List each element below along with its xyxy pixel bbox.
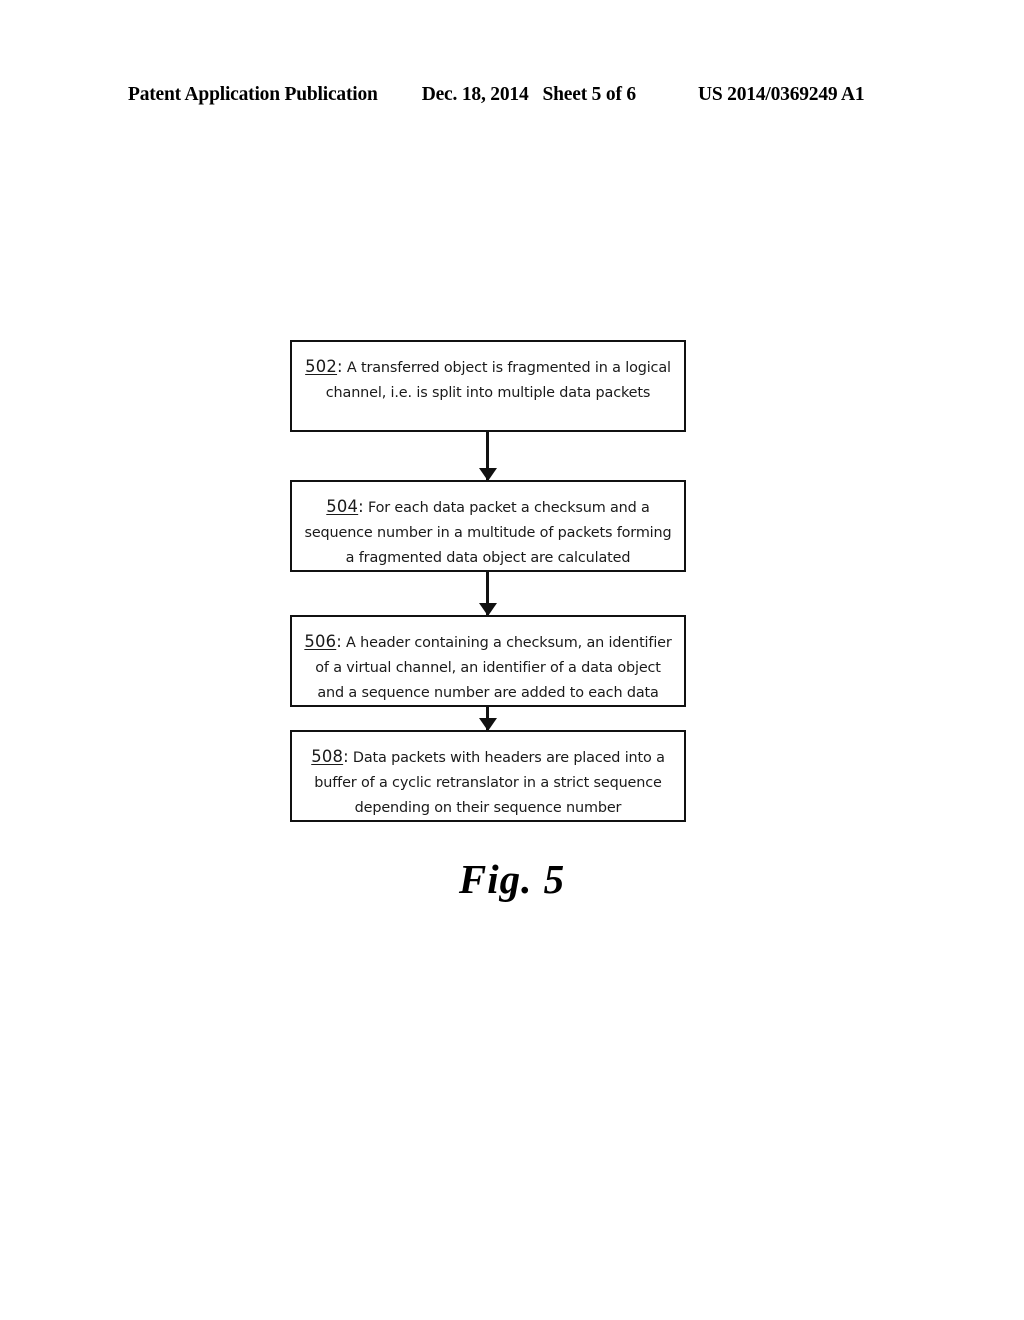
step-502-body: A transferred object is fragmented in a …	[325, 360, 671, 401]
publication-label: Patent Application Publication	[128, 84, 378, 105]
step-504-number: 504	[326, 497, 359, 516]
step-502-number: 502	[305, 357, 338, 376]
publication-date: Dec. 18, 2014	[421, 84, 529, 105]
step-502-text: 502: A transferred object is fragmented …	[302, 354, 674, 406]
patent-page-header: Patent Application Publication Dec. 18, …	[128, 84, 896, 110]
document-number: US 2014/0369249 A1	[697, 84, 865, 105]
flowchart-step-506: 506: A header containing a checksum, an …	[290, 615, 686, 707]
step-508-number: 508	[311, 747, 344, 766]
step-506-body: A header containing a checksum, an ident…	[315, 635, 672, 701]
connector-502-to-504	[478, 432, 497, 481]
step-506-number: 506	[304, 632, 337, 651]
flowchart-step-504: 504: For each data packet a checksum and…	[290, 480, 686, 572]
step-508-body: Data packets with headers are placed int…	[314, 750, 665, 816]
connector-506-to-508	[478, 707, 497, 731]
figure-caption: Fig. 5	[458, 856, 566, 902]
sheet-number: Sheet 5 of 6	[542, 84, 637, 105]
flowchart-step-508: 508: Data packets with headers are place…	[290, 730, 686, 822]
step-506-text: 506: A header containing a checksum, an …	[302, 629, 674, 706]
flowchart-step-502: 502: A transferred object is fragmented …	[290, 340, 686, 432]
step-504-text: 504: For each data packet a checksum and…	[302, 494, 674, 571]
connector-504-to-506	[478, 572, 497, 616]
step-508-text: 508: Data packets with headers are place…	[302, 744, 674, 821]
